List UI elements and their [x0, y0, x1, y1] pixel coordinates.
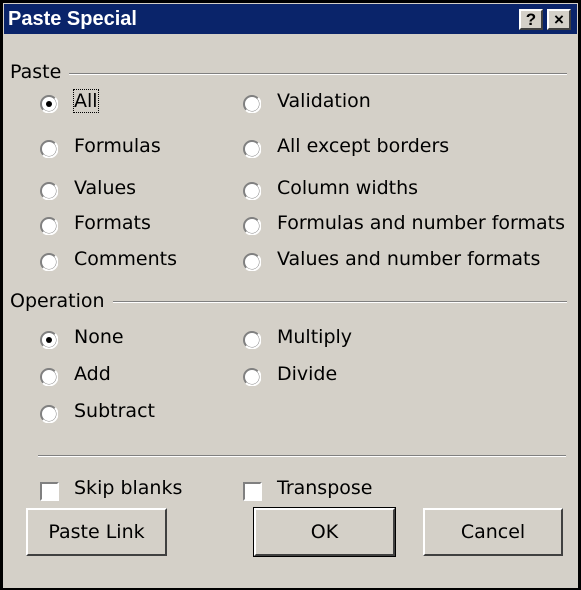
radio-icon — [243, 368, 261, 386]
operation-option-label: Multiply — [277, 326, 353, 348]
ok-button[interactable]: OK — [253, 507, 396, 557]
radio-icon — [243, 182, 261, 200]
cancel-button[interactable]: Cancel — [423, 508, 563, 556]
radio-icon — [243, 140, 261, 158]
close-icon: × — [554, 10, 564, 29]
paste-option-label: All except borders — [277, 135, 450, 157]
operation-option-label: Add — [74, 363, 111, 385]
help-button[interactable]: ? — [519, 9, 543, 30]
radio-icon — [40, 368, 58, 386]
paste-option-label: Formulas — [74, 135, 161, 157]
paste-option-label: Formulas and number formats — [277, 212, 566, 234]
checkbox-label: Skip blanks — [74, 477, 183, 499]
radio-icon — [40, 253, 58, 271]
radio-checked-icon — [40, 331, 58, 349]
paste-option-label: Values — [74, 177, 137, 199]
help-icon: ? — [525, 10, 537, 29]
title-bar: Paste Special ? × — [4, 4, 577, 34]
paste-option-label: All — [73, 89, 99, 113]
close-button[interactable]: × — [547, 9, 571, 30]
paste-group-label: Paste — [10, 61, 70, 83]
paste-link-button[interactable]: Paste Link — [26, 508, 167, 556]
radio-icon — [243, 253, 261, 271]
radio-checked-icon — [40, 95, 58, 113]
operation-option-label: Divide — [277, 363, 338, 385]
operation-group-label: Operation — [10, 290, 113, 312]
paste-option-label: Formats — [74, 212, 151, 234]
radio-icon — [40, 182, 58, 200]
paste-option-label: Column widths — [277, 177, 419, 199]
checkbox-icon — [243, 482, 262, 501]
paste-group-divider — [17, 73, 567, 75]
paste-special-dialog: Paste Special ? × Paste Operation All Fo… — [0, 0, 581, 590]
operation-option-label: None — [74, 326, 124, 348]
separator — [38, 455, 566, 457]
radio-icon — [40, 217, 58, 235]
checkbox-label: Transpose — [277, 477, 373, 499]
dialog-title: Paste Special — [8, 8, 137, 30]
radio-icon — [243, 217, 261, 235]
radio-icon — [243, 331, 261, 349]
paste-option-label: Values and number formats — [277, 248, 541, 270]
checkbox-icon — [40, 482, 59, 501]
paste-option-label: Validation — [277, 90, 371, 112]
operation-option-label: Subtract — [74, 400, 155, 422]
radio-icon — [243, 95, 261, 113]
radio-icon — [40, 405, 58, 423]
radio-icon — [40, 140, 58, 158]
paste-option-label: Comments — [74, 248, 177, 270]
